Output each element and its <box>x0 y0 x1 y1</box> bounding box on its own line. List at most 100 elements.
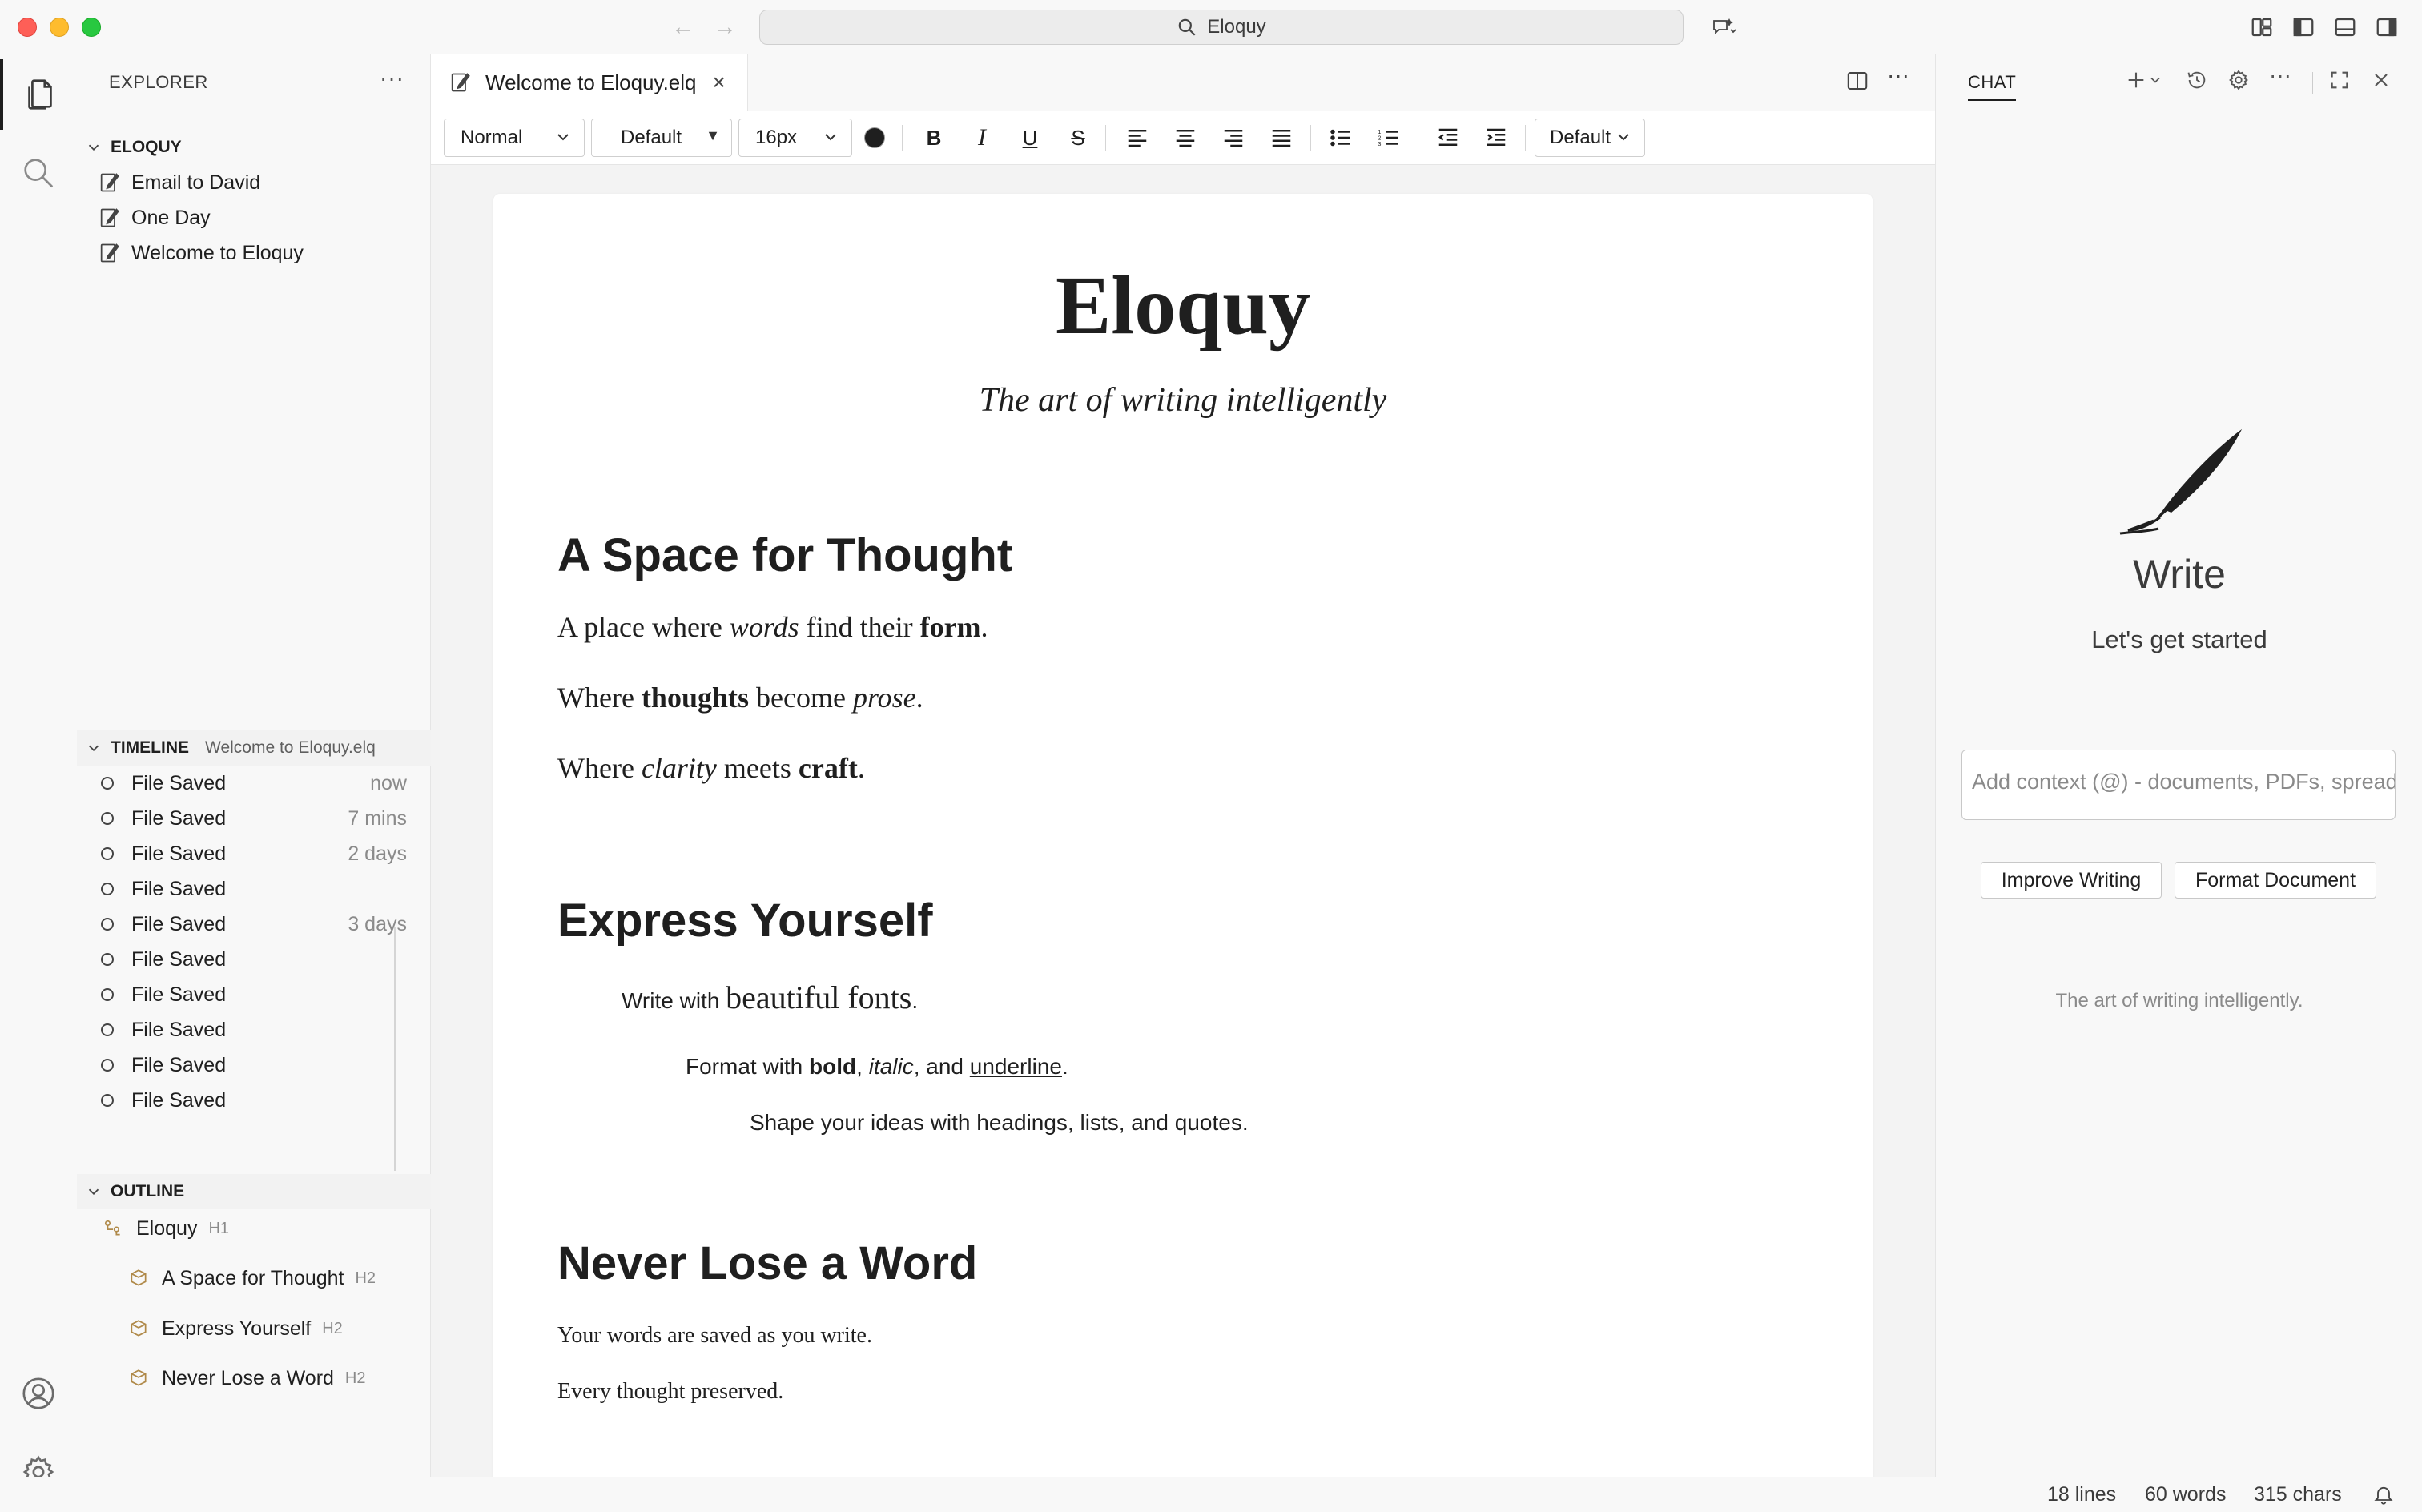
close-chat-button[interactable] <box>2370 69 2392 91</box>
customize-layout-icon[interactable] <box>2247 13 2276 42</box>
toggle-primary-sidebar-icon[interactable] <box>2289 13 2318 42</box>
bullet-list-button[interactable] <box>1325 122 1357 154</box>
paragraph: Format with bold, italic, and underline. <box>686 1054 1068 1079</box>
align-left-button[interactable] <box>1121 122 1153 154</box>
timeline-item-label: File Saved <box>131 912 227 935</box>
toggle-secondary-sidebar-icon[interactable] <box>2372 13 2401 42</box>
file-item-email-to-david[interactable]: Email to David <box>77 165 431 200</box>
chat-settings-button[interactable] <box>2227 69 2250 91</box>
outline-section-header[interactable]: OUTLINE <box>77 1174 431 1209</box>
outline-item-h2[interactable]: A Space for Thought H2 <box>128 1261 376 1296</box>
bold-button[interactable]: B <box>918 122 950 154</box>
improve-writing-button[interactable]: Improve Writing <box>1981 862 2162 899</box>
file-item-one-day[interactable]: One Day <box>77 200 431 235</box>
chevron-down-icon <box>88 144 99 151</box>
align-right-icon <box>1224 130 1243 147</box>
timeline-item[interactable]: File Saved <box>77 977 431 1012</box>
gear-icon <box>2229 70 2248 90</box>
toggle-panel-icon[interactable] <box>2331 13 2360 42</box>
chevron-down-icon <box>88 1188 99 1196</box>
line-height-select[interactable]: Default <box>1535 119 1645 157</box>
activity-bar <box>0 54 77 1489</box>
svg-text:3: 3 <box>1378 140 1381 147</box>
strikethrough-button[interactable]: S <box>1062 122 1094 154</box>
editor-more-icon[interactable]: ··· <box>1887 62 1909 88</box>
outline-item-level: H1 <box>208 1219 230 1237</box>
font-size-select[interactable]: 16px <box>738 119 852 157</box>
font-family-select[interactable]: Default ▼ <box>591 119 732 157</box>
maximize-chat-button[interactable] <box>2328 69 2351 91</box>
tab-welcome-to-eloquy[interactable]: Welcome to Eloquy.elq × <box>431 54 748 111</box>
timeline-item[interactable]: File Saved now <box>77 766 431 801</box>
block-style-select[interactable]: Normal <box>444 119 585 157</box>
bold-icon: B <box>926 125 942 150</box>
search-icon <box>1179 18 1196 36</box>
document-quill-icon <box>100 173 119 192</box>
chat-history-button[interactable] <box>2186 69 2208 91</box>
timeline-item-label: File Saved <box>131 877 227 900</box>
timeline-item[interactable]: File Saved <box>77 871 431 907</box>
status-word-count[interactable]: 60 words <box>2145 1483 2226 1506</box>
chat-toggle-button[interactable] <box>1701 13 1746 42</box>
bullet-list-icon <box>1330 129 1350 147</box>
close-window-button[interactable] <box>18 18 37 37</box>
document-quill-icon <box>100 208 119 227</box>
back-arrow-icon[interactable]: ← <box>671 13 695 42</box>
align-justify-button[interactable] <box>1265 122 1298 154</box>
chat-sparkle-icon <box>1713 18 1736 35</box>
search-activity-button[interactable] <box>0 138 77 208</box>
new-chat-button[interactable] <box>2125 69 2163 91</box>
line-height-value: Default <box>1550 127 1611 148</box>
command-search-bar[interactable]: Eloquy <box>759 10 1684 45</box>
workspace-section-header[interactable]: ELOQUY <box>77 130 431 165</box>
timeline-item[interactable]: File Saved 2 days <box>77 836 431 871</box>
document-page[interactable]: Eloquy The art of writing intelligently … <box>493 194 1873 1512</box>
outline-item-h2[interactable]: Express Yourself H2 <box>128 1311 343 1346</box>
file-item-welcome-to-eloquy[interactable]: Welcome to Eloquy <box>77 235 431 271</box>
minimize-window-button[interactable] <box>50 18 69 37</box>
indent-button[interactable] <box>1480 122 1512 154</box>
timeline-item[interactable]: File Saved <box>77 1048 431 1083</box>
timeline-scrollbar[interactable] <box>394 927 396 1171</box>
timeline-item[interactable]: File Saved 7 mins <box>77 801 431 836</box>
explorer-activity-button[interactable] <box>0 59 77 130</box>
format-document-button[interactable]: Format Document <box>2175 862 2376 899</box>
timeline-item[interactable]: File Saved <box>77 1083 431 1118</box>
italic-button[interactable]: I <box>966 122 998 154</box>
outdent-button[interactable] <box>1432 122 1464 154</box>
search-text: Eloquy <box>1207 16 1266 38</box>
timeline-item[interactable]: File Saved <box>77 942 431 977</box>
numbered-list-button[interactable]: 123 <box>1373 122 1405 154</box>
chat-more-icon[interactable]: ··· <box>2269 62 2291 88</box>
account-button[interactable] <box>0 1358 77 1429</box>
strikethrough-icon: S <box>1071 125 1085 150</box>
status-char-count[interactable]: 315 chars <box>2254 1483 2342 1506</box>
bell-icon[interactable] <box>2372 1483 2395 1506</box>
title-bar: ← → Eloquy <box>0 0 2422 54</box>
split-editor-button[interactable] <box>1845 69 1869 97</box>
align-justify-icon <box>1272 130 1291 147</box>
chat-input[interactable]: Add context (@) - documents, PDFs, sprea… <box>1961 750 2396 820</box>
timeline-label: TIMELINE <box>111 738 189 757</box>
timeline-item-label: File Saved <box>131 771 227 794</box>
forward-arrow-icon[interactable]: → <box>713 13 737 42</box>
document-quill-icon <box>100 243 119 263</box>
outline-item-h2[interactable]: Never Lose a Word H2 <box>128 1361 366 1396</box>
search-icon <box>24 159 54 188</box>
file-label: Email to David <box>131 171 261 194</box>
timeline-section-header[interactable]: TIMELINE Welcome to Eloquy.elq <box>77 730 431 766</box>
outline-item-h1[interactable]: Eloquy H1 <box>103 1211 229 1246</box>
align-right-button[interactable] <box>1217 122 1249 154</box>
align-center-button[interactable] <box>1169 122 1201 154</box>
zoom-window-button[interactable] <box>82 18 101 37</box>
chat-tab[interactable]: CHAT <box>1968 72 2017 101</box>
sidebar-more-button[interactable]: ··· <box>380 66 404 91</box>
text-color-button[interactable] <box>859 122 891 154</box>
toolbar-divider <box>1310 125 1311 151</box>
timeline-item[interactable]: File Saved <box>77 1012 431 1048</box>
timeline-item[interactable]: File Saved 3 days <box>77 907 431 942</box>
underline-button[interactable]: U <box>1014 122 1046 154</box>
tab-close-icon[interactable]: × <box>713 70 726 95</box>
status-line-count[interactable]: 18 lines <box>2047 1483 2116 1506</box>
underline-icon: U <box>1022 125 1038 150</box>
